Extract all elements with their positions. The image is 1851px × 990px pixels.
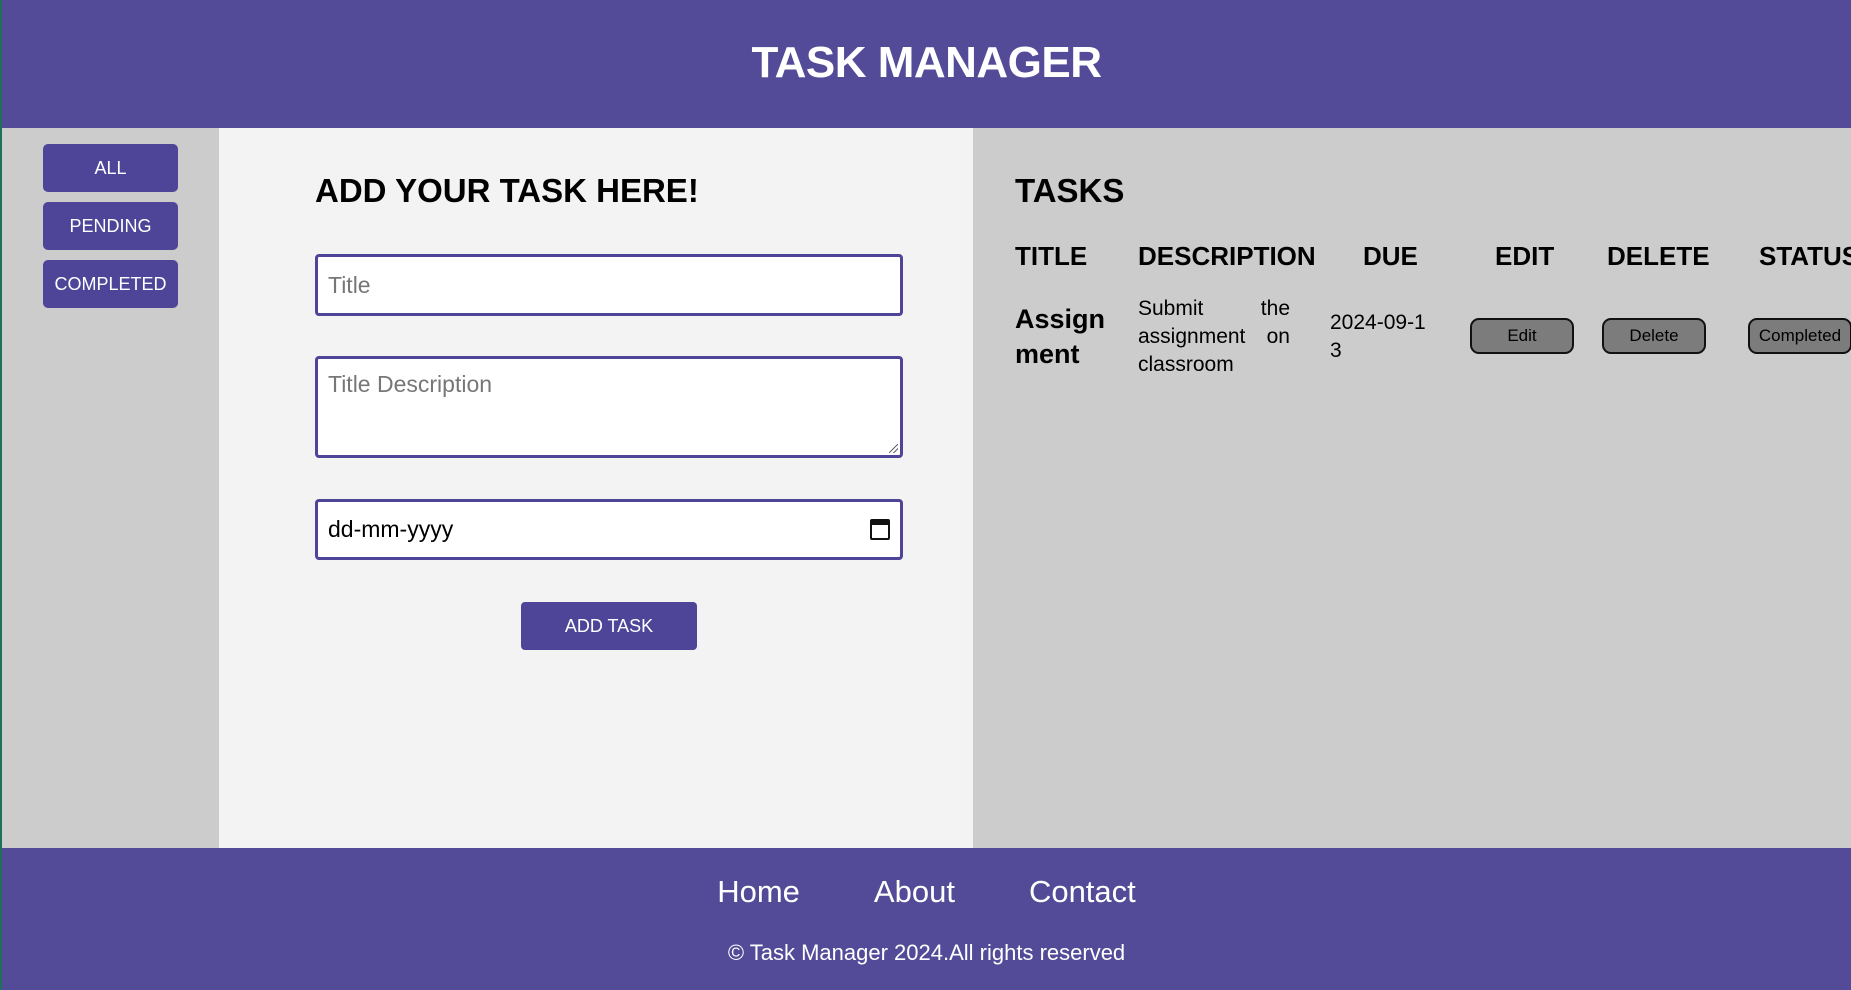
column-header-edit: EDIT [1495,241,1555,271]
description-textarea[interactable]: Title Description [315,356,903,458]
resize-grip-icon[interactable] [889,444,898,453]
edit-task-button[interactable]: Edit [1470,318,1574,354]
filter-sidebar: ALL PENDING COMPLETED [2,128,219,848]
task-description: Submit the assignment on classroom [1138,297,1290,376]
title-placeholder: Title [328,271,371,298]
task-title: Assignment [1015,304,1106,369]
column-header-delete: DELETE [1607,241,1710,271]
tasks-panel: TASKS TITLE DESCRIPTION DUE EDIT DELETE … [973,128,1851,848]
footer-link-home[interactable]: Home [717,874,800,910]
date-placeholder: dd-mm-yyyy [328,516,454,542]
copyright-text: © Task Manager 2024.All rights reserved [727,940,1126,965]
due-date-input[interactable]: dd-mm-yyyy [315,499,903,560]
tasks-heading: TASKS [1015,172,1125,209]
column-header-due: DUE [1363,241,1418,271]
add-task-heading: ADD YOUR TASK HERE! [315,172,699,209]
calendar-icon[interactable] [870,519,890,540]
page-title: TASK MANAGER [751,38,1102,87]
filter-all-button[interactable]: ALL [43,144,178,192]
site-footer: Home About Contact © Task Manager 2024.A… [2,848,1851,990]
title-input[interactable]: Title [315,254,903,316]
task-due-date: 2024-09-13 [1330,311,1426,362]
filter-pending-button[interactable]: PENDING [43,202,178,250]
column-header-title: TITLE [1015,241,1088,271]
column-header-status: STATUS [1759,241,1851,271]
add-task-panel: ADD YOUR TASK HERE! Title Title Descript… [219,128,973,848]
footer-nav: Home About Contact [2,874,1851,910]
footer-link-contact[interactable]: Contact [1029,874,1136,910]
description-placeholder: Title Description [328,371,493,397]
filter-completed-button[interactable]: COMPLETED [43,260,178,308]
add-task-button[interactable]: ADD TASK [521,602,697,650]
column-header-description: DESCRIPTION [1138,241,1316,271]
site-header: TASK MANAGER [2,0,1851,128]
status-toggle-button[interactable]: Completed [1748,318,1851,354]
delete-task-button[interactable]: Delete [1602,318,1706,354]
footer-link-about[interactable]: About [874,874,955,910]
